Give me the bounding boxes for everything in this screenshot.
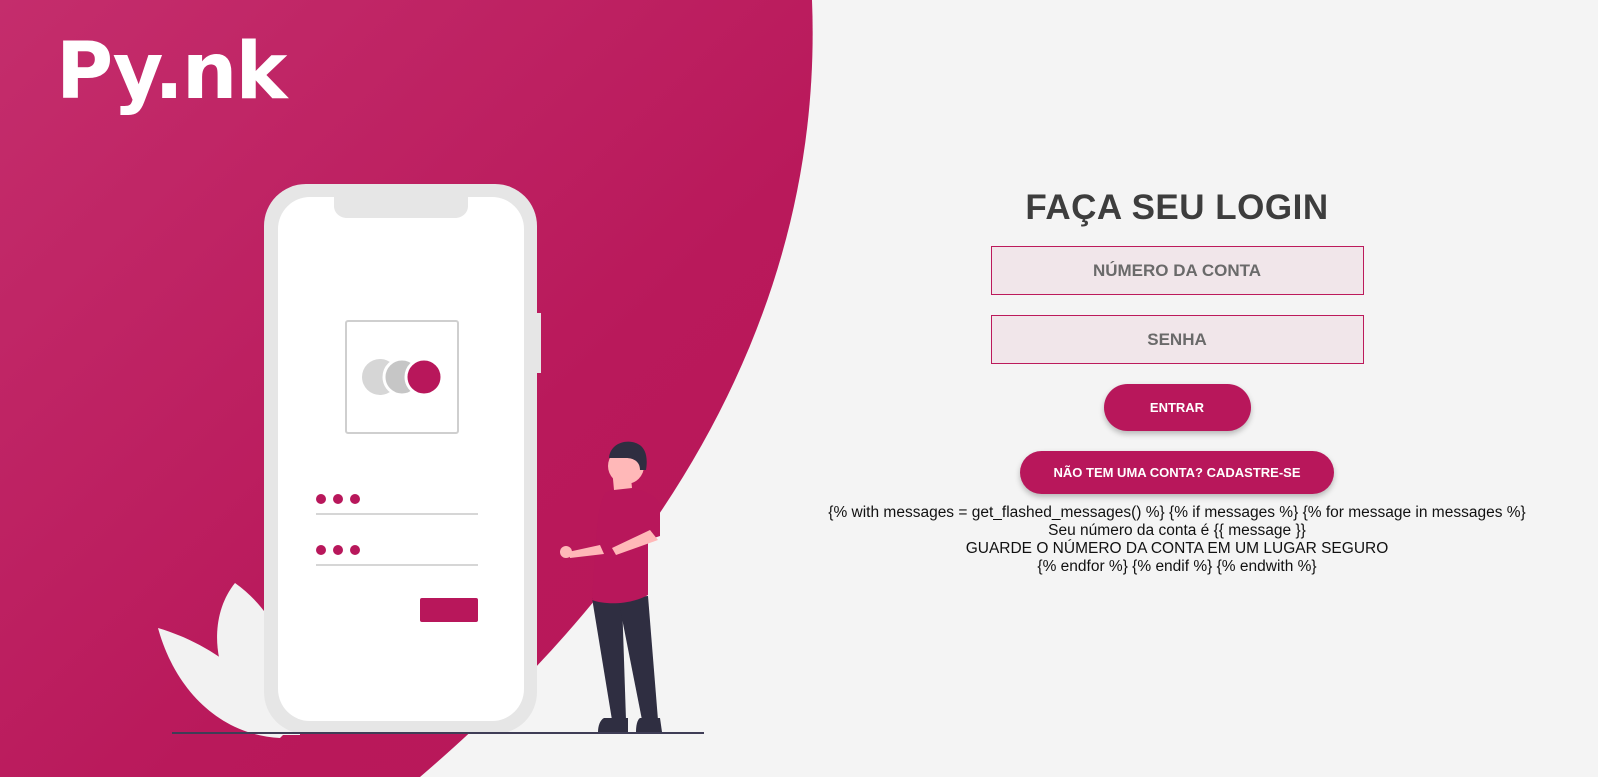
- page-title: FAÇA SEU LOGIN: [1025, 188, 1329, 227]
- signup-button[interactable]: NÃO TEM UMA CONTA? CADASTRE-SE: [1020, 451, 1334, 494]
- template-text-line: GUARDE O NÚMERO DA CONTA EM UM LUGAR SEG…: [965, 540, 1389, 557]
- login-form: FAÇA SEU LOGIN ENTRAR NÃO TEM UMA CONTA?…: [820, 186, 1534, 576]
- account-number-input[interactable]: [990, 246, 1364, 295]
- flash-messages-block: {% with messages = get_flashed_messages(…: [820, 504, 1534, 576]
- login-button[interactable]: ENTRAR: [1103, 384, 1251, 431]
- password-input[interactable]: [990, 315, 1364, 364]
- ground-line: [172, 732, 704, 734]
- template-text-line: Seu número da conta é {{ message }}: [1048, 522, 1306, 539]
- logo-text: Py.nk: [56, 27, 287, 117]
- template-text-line: {% with messages = get_flashed_messages(…: [828, 504, 1526, 521]
- phone-illustration: [264, 184, 541, 734]
- brand-logo: Py.nk: [56, 22, 287, 122]
- template-text-line: {% endfor %} {% endif %} {% endwith %}: [1037, 558, 1317, 575]
